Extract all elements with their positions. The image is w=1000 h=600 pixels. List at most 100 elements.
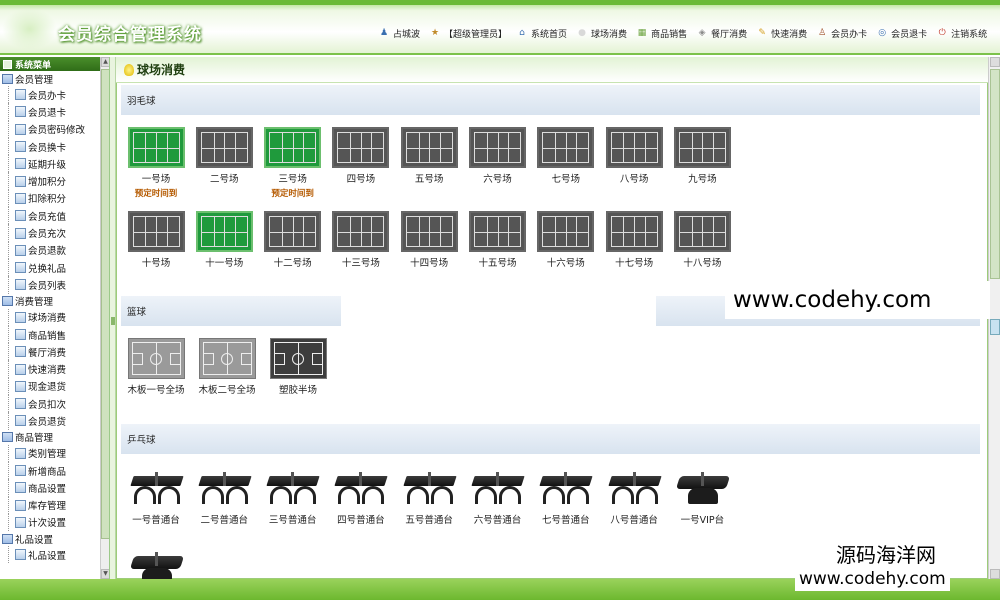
pingpong-table[interactable]: 六号普通台 xyxy=(468,468,528,526)
sidebar-item[interactable]: 会员退款 xyxy=(0,241,100,260)
sidebar-group[interactable]: 消费管理 xyxy=(0,294,100,309)
basketball-court[interactable]: 木板一号全场 xyxy=(126,338,186,396)
sidebar-item[interactable]: 延期升级 xyxy=(0,155,100,173)
topnav-item-user[interactable]: ♟ 占城波 xyxy=(378,27,420,40)
folder-icon xyxy=(2,533,13,544)
logo-glow xyxy=(2,8,57,50)
sidebar-item[interactable]: 扣除积分 xyxy=(0,189,100,208)
court-line xyxy=(200,231,248,233)
badminton-court[interactable]: 五号场 xyxy=(399,127,459,185)
sidebar-group[interactable]: 礼品设置 xyxy=(0,531,100,546)
sidebar-item[interactable]: 商品销售 xyxy=(0,325,100,344)
badminton-court[interactable]: 十八号场 xyxy=(672,211,732,269)
badminton-court[interactable]: 九号场 xyxy=(672,127,732,185)
sidebar-item[interactable]: 新增商品 xyxy=(0,461,100,480)
sidebar-item[interactable]: 礼品设置 xyxy=(0,546,100,564)
court-line xyxy=(486,132,488,163)
pingpong-table[interactable]: 三号普通台 xyxy=(263,468,323,526)
page-title: 球场消费 xyxy=(137,63,186,77)
sidebar-group[interactable]: 会员管理 xyxy=(0,71,100,86)
court-line xyxy=(269,231,317,233)
sidebar-item[interactable]: 球场消费 xyxy=(0,308,100,327)
scroll-up-icon[interactable]: ▲ xyxy=(101,57,109,67)
topnav-item-goods[interactable]: ▦ 商品销售 xyxy=(636,27,687,40)
badminton-court[interactable]: 十一号场 xyxy=(194,211,254,269)
main-scroll-up-icon[interactable] xyxy=(990,57,1000,67)
badminton-court[interactable]: 十五号场 xyxy=(468,211,528,269)
splitter-grip-icon[interactable] xyxy=(111,317,115,325)
basketball-court-icon xyxy=(198,338,256,379)
sidebar-scroll-thumb[interactable] xyxy=(101,69,109,539)
pingpong-table[interactable]: 七号普通台 xyxy=(536,468,596,526)
sidebar-item[interactable]: 会员办卡 xyxy=(0,86,100,104)
sidebar-item[interactable]: 快速消费 xyxy=(0,360,100,379)
scroll-down-icon[interactable]: ▼ xyxy=(101,569,109,579)
topnav-item-ball[interactable]: ● 球场消费 xyxy=(576,27,627,40)
sidebar-item[interactable]: 类别管理 xyxy=(0,444,100,463)
topnav-item-restaurant[interactable]: ◈ 餐厅消费 xyxy=(696,27,747,40)
topnav-item-return-card[interactable]: ◎ 会员退卡 xyxy=(876,27,927,40)
sidebar-item[interactable]: 会员扣次 xyxy=(0,395,100,413)
court-name: 七号场 xyxy=(551,174,581,185)
court-line xyxy=(350,216,352,247)
sidebar-item[interactable]: 会员退货 xyxy=(0,412,100,430)
badminton-court[interactable]: 三号场 预定时间到 xyxy=(263,127,323,199)
pingpong-table-icon xyxy=(606,468,663,509)
pingpong-table[interactable]: 五号普通台 xyxy=(399,468,459,526)
badminton-court[interactable]: 十四号场 xyxy=(399,211,459,269)
sidebar-item[interactable]: 会员换卡 xyxy=(0,137,100,156)
table-leg xyxy=(133,486,156,504)
pingpong-table[interactable]: 八号普通台 xyxy=(604,468,664,526)
sidebar-group[interactable]: 商品管理 xyxy=(0,430,100,445)
badminton-court[interactable]: 七号场 xyxy=(536,127,596,185)
main-scroll-thumb[interactable] xyxy=(990,69,1000,279)
pingpong-table[interactable]: 一号普通台 xyxy=(126,468,186,526)
topnav-item-logout[interactable]: ⏻ 注销系统 xyxy=(936,27,988,40)
court-name: 十号场 xyxy=(141,258,171,269)
sidebar-group-label: 礼品设置 xyxy=(15,534,54,546)
sidebar-item[interactable]: 商品设置 xyxy=(0,479,100,497)
sidebar-item-label: 会员退款 xyxy=(28,246,67,258)
badminton-court[interactable]: 十六号场 xyxy=(536,211,596,269)
court-name: 十六号场 xyxy=(546,258,585,269)
topnav-item-admin[interactable]: ★ 【超级管理员】 xyxy=(429,27,507,40)
badminton-court[interactable]: 一号场 预定时间到 xyxy=(126,127,186,199)
sidebar-item-label: 餐厅消费 xyxy=(28,347,67,359)
badminton-court[interactable]: 十七号场 xyxy=(604,211,664,269)
topnav-item-member-card[interactable]: ♙ 会员办卡 xyxy=(816,27,867,40)
basketball-court[interactable]: 塑胶半场 xyxy=(268,338,328,396)
sidebar-scrollbar[interactable]: ▲ ▼ xyxy=(100,57,109,579)
badminton-court[interactable]: 十二号场 xyxy=(263,211,323,269)
main-scroll-down-icon[interactable] xyxy=(990,569,1000,579)
pingpong-table[interactable]: 四号普通台 xyxy=(331,468,391,526)
basketball-court[interactable]: 木板二号全场 xyxy=(197,338,257,396)
badminton-court[interactable]: 四号场 xyxy=(331,127,391,185)
pingpong-table[interactable] xyxy=(126,548,186,579)
sidebar-item[interactable]: 兑换礼品 xyxy=(0,258,100,277)
sidebar-item[interactable]: 会员密码修改 xyxy=(0,120,100,139)
sidebar-item[interactable]: 增加积分 xyxy=(0,172,100,191)
sidebar-item-label: 类别管理 xyxy=(28,449,67,461)
court-line xyxy=(576,132,578,163)
sidebar-item[interactable]: 库存管理 xyxy=(0,496,100,515)
court-line xyxy=(508,132,510,163)
sidebar-item-label: 会员密码修改 xyxy=(28,125,86,137)
pingpong-table[interactable]: 一号VIP台 xyxy=(672,468,732,526)
badminton-court[interactable]: 八号场 xyxy=(604,127,664,185)
badminton-court[interactable]: 十三号场 xyxy=(331,211,391,269)
sidebar-item[interactable]: 现金退货 xyxy=(0,377,100,396)
sidebar-item[interactable]: 会员充值 xyxy=(0,207,100,225)
badminton-court[interactable]: 二号场 xyxy=(194,127,254,185)
pingpong-table[interactable]: 二号普通台 xyxy=(194,468,254,526)
badminton-court[interactable]: 十号场 xyxy=(126,211,186,269)
badminton-court[interactable]: 六号场 xyxy=(468,127,528,185)
sidebar-item[interactable]: 会员充次 xyxy=(0,224,100,242)
badminton-court-icon xyxy=(127,211,185,252)
sidebar-item[interactable]: 会员列表 xyxy=(0,276,100,294)
sidebar-item[interactable]: 餐厅消费 xyxy=(0,343,100,361)
topnav-item-home[interactable]: ⌂ 系统首页 xyxy=(516,27,567,40)
topnav-item-quick[interactable]: ✎ 快速消费 xyxy=(756,27,807,40)
page-icon xyxy=(15,363,26,375)
sidebar-item[interactable]: 计次设置 xyxy=(0,513,100,532)
sidebar-item[interactable]: 会员退卡 xyxy=(0,103,100,121)
